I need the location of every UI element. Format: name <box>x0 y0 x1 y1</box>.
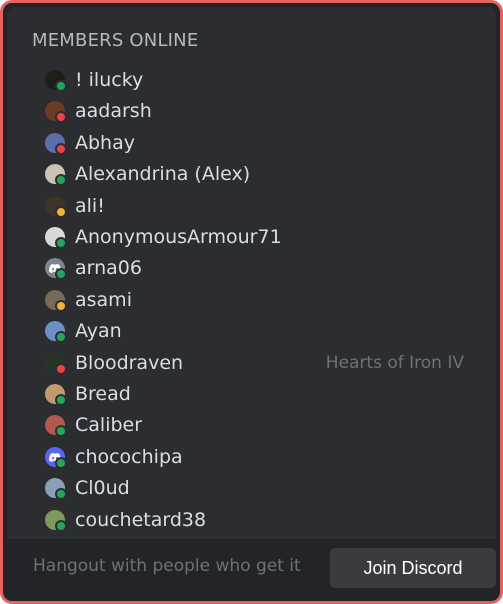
member-name: couchetard38 <box>75 508 207 531</box>
status-online-indicator <box>55 268 67 281</box>
status-online-indicator <box>55 488 67 501</box>
member-name: asami <box>75 288 132 311</box>
member-item[interactable]: Cl0ud <box>45 473 476 503</box>
status-online-indicator <box>55 519 67 532</box>
member-item[interactable]: Bloodraven Hearts of Iron IV <box>45 348 476 378</box>
status-idle-indicator <box>55 299 67 312</box>
member-name: ! ilucky <box>75 69 144 91</box>
status-online-indicator <box>55 331 67 344</box>
status-dnd-indicator <box>55 362 67 375</box>
member-item[interactable]: Abhay <box>45 128 476 158</box>
member-item[interactable]: ! ilucky <box>45 65 476 95</box>
member-list[interactable]: ! ilucky aadarsh Abhay Alexandrina (Alex) al… <box>7 63 496 539</box>
member-item[interactable]: Ayan <box>45 316 476 346</box>
member-item[interactable]: Alexandrina (Alex) <box>45 159 476 189</box>
member-avatar <box>45 195 67 218</box>
join-discord-button[interactable]: Join Discord <box>330 548 496 588</box>
member-avatar <box>45 70 67 92</box>
member-item[interactable]: ali! <box>45 191 476 221</box>
member-name: Bread <box>75 383 131 405</box>
member-avatar <box>45 227 67 249</box>
member-item[interactable]: aadarsh <box>45 96 476 126</box>
member-name: aadarsh <box>75 100 152 123</box>
member-avatar <box>45 132 67 155</box>
member-avatar <box>45 384 67 406</box>
members-online-header: MEMBERS ONLINE <box>32 30 199 51</box>
member-name: ali! <box>75 194 105 217</box>
member-avatar <box>45 446 67 469</box>
status-online-indicator <box>55 425 67 438</box>
member-avatar <box>45 258 67 281</box>
widget-frame: MEMBERS ONLINE ! ilucky aadarsh Abhay Alexa… <box>0 0 503 604</box>
member-activity: Hearts of Iron IV <box>325 352 464 373</box>
member-avatar <box>45 352 67 375</box>
member-name: Abhay <box>75 131 135 154</box>
member-avatar <box>45 164 67 187</box>
member-item[interactable]: arna06 <box>45 253 476 283</box>
status-online-indicator <box>55 237 67 249</box>
member-name: Alexandrina (Alex) <box>75 163 251 186</box>
member-name: Ayan <box>75 320 122 343</box>
member-item[interactable]: asami <box>45 285 476 315</box>
member-item[interactable]: Caliber <box>45 410 476 440</box>
member-item[interactable]: AnonymousArmour71 <box>45 222 476 252</box>
member-avatar <box>45 415 67 438</box>
member-avatar <box>45 101 67 124</box>
member-item[interactable]: chocochipa <box>45 442 476 472</box>
member-avatar <box>45 509 67 532</box>
member-name: arna06 <box>75 257 142 280</box>
member-name: AnonymousArmour71 <box>75 226 282 248</box>
member-name: Bloodraven <box>75 351 184 374</box>
status-online-indicator <box>55 394 67 406</box>
member-name: Cl0ud <box>75 477 130 500</box>
member-avatar <box>45 478 67 501</box>
footer-tagline: Hangout with people who get it <box>33 556 301 576</box>
status-online-indicator <box>55 456 67 469</box>
widget-footer: Hangout with people who get it Join Disc… <box>7 539 496 597</box>
member-item[interactable]: couchetard38 <box>45 505 476 535</box>
status-online-indicator <box>55 80 67 92</box>
discord-widget: MEMBERS ONLINE ! ilucky aadarsh Abhay Alexa… <box>7 7 496 597</box>
member-item[interactable]: Bread <box>45 379 476 409</box>
status-dnd-indicator <box>55 111 67 124</box>
member-name: Caliber <box>75 414 143 437</box>
member-avatar <box>45 289 67 312</box>
status-online-indicator <box>55 174 67 187</box>
status-idle-indicator <box>55 205 67 218</box>
member-name: chocochipa <box>75 445 183 468</box>
member-avatar <box>45 321 67 344</box>
status-dnd-indicator <box>55 142 67 155</box>
